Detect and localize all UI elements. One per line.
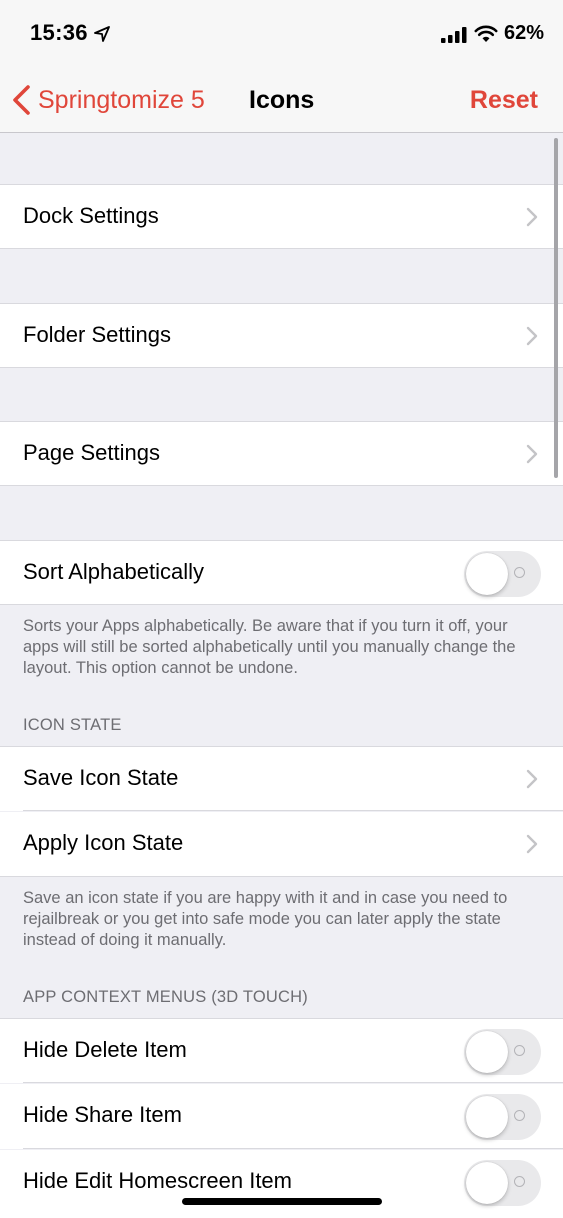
app-context-menus-header: APP CONTEXT MENUS (3D TOUCH) (23, 988, 308, 1006)
wifi-icon (474, 25, 498, 42)
chevron-right-icon (526, 769, 538, 789)
page-settings-label: Page Settings (23, 440, 160, 465)
hide-delete-item-toggle[interactable] (464, 1029, 541, 1075)
hide-edit-homescreen-item-row: Hide Edit Homescreen Item (0, 1150, 563, 1218)
chevron-left-icon (13, 85, 30, 115)
dock-settings-row[interactable]: Dock Settings (0, 184, 563, 249)
page-settings-row[interactable]: Page Settings (0, 421, 563, 486)
sort-alphabetically-label: Sort Alphabetically (23, 559, 204, 584)
back-button[interactable]: Springtomize 5 (10, 82, 205, 118)
toggle-off-indicator-icon (514, 1045, 525, 1056)
folder-settings-row[interactable]: Folder Settings (0, 303, 563, 368)
toggle-off-indicator-icon (514, 1176, 525, 1187)
row-separator (23, 810, 563, 811)
battery-percentage: 62% (504, 22, 545, 44)
save-icon-state-row[interactable]: Save Icon State (0, 746, 563, 811)
navigation-bar: Springtomize 5 Icons Reset (0, 70, 563, 133)
back-button-label: Springtomize 5 (38, 85, 205, 114)
icon-state-header: ICON STATE (23, 716, 122, 734)
hide-delete-item-label: Hide Delete Item (23, 1037, 187, 1062)
folder-settings-label: Folder Settings (23, 322, 171, 347)
reset-button[interactable]: Reset (470, 86, 538, 115)
chevron-right-icon (526, 444, 538, 464)
chevron-right-icon (526, 834, 538, 854)
save-icon-state-label: Save Icon State (23, 765, 179, 790)
status-time: 15:36 (30, 20, 88, 45)
hide-edit-homescreen-item-label: Hide Edit Homescreen Item (23, 1168, 292, 1193)
row-separator (23, 1148, 563, 1149)
hide-share-item-row: Hide Share Item (0, 1084, 563, 1149)
page-title: Icons (249, 86, 315, 114)
hide-edit-homescreen-item-toggle[interactable] (464, 1160, 541, 1206)
hide-share-item-toggle[interactable] (464, 1094, 541, 1140)
location-arrow-icon (94, 26, 110, 42)
hide-delete-item-row: Hide Delete Item (0, 1018, 563, 1083)
screen: 15:36 62% Springtomize 5 Icons Reset Doc… (0, 0, 563, 1218)
scroll-indicator[interactable] (554, 138, 558, 478)
home-indicator[interactable] (182, 1198, 382, 1205)
row-separator (23, 1082, 563, 1083)
dock-settings-label: Dock Settings (23, 203, 159, 228)
sort-alphabetically-footer: Sorts your Apps alphabetically. Be aware… (23, 617, 516, 677)
sort-alphabetically-row: Sort Alphabetically (0, 540, 563, 605)
chevron-right-icon (526, 326, 538, 346)
toggle-knob (466, 1162, 508, 1204)
toggle-off-indicator-icon (514, 567, 525, 578)
toggle-knob (466, 553, 508, 595)
apply-icon-state-row[interactable]: Apply Icon State (0, 812, 563, 877)
chevron-right-icon (526, 207, 538, 227)
status-bar: 15:36 62% (0, 0, 563, 70)
toggle-knob (466, 1031, 508, 1073)
apply-icon-state-label: Apply Icon State (23, 830, 184, 855)
cellular-signal-icon (441, 27, 467, 43)
hide-share-item-label: Hide Share Item (23, 1102, 182, 1127)
sort-alphabetically-toggle[interactable] (464, 551, 541, 597)
icon-state-footer: Save an icon state if you are happy with… (23, 889, 508, 949)
toggle-off-indicator-icon (514, 1110, 525, 1121)
toggle-knob (466, 1096, 508, 1138)
